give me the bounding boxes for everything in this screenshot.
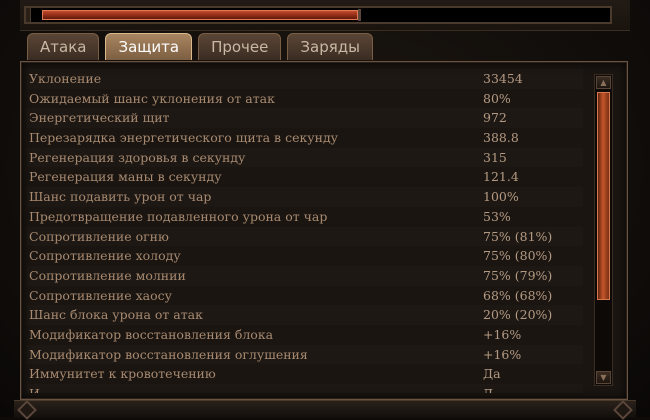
stat-value: 388.8: [483, 130, 519, 146]
bottom-frame: [14, 400, 636, 420]
stat-name: Шанс блока урона от атак: [29, 307, 203, 323]
character-stats-window: Атака Защита Прочее Заряды Уклонение 3345…: [0, 0, 650, 420]
stat-name: Перезарядка энергетического щита в секун…: [29, 130, 339, 146]
stat-row: Шанс подавить урон от чар 100%: [27, 187, 583, 207]
tab-defence[interactable]: Защита: [105, 33, 193, 60]
stat-row: Сопротивление огню 75% (81%): [27, 227, 583, 247]
stat-value: 100%: [483, 189, 519, 205]
stat-row: Иммунитет к кровотечению Да: [27, 364, 583, 384]
stat-name: Сопротивление хаосу: [29, 287, 172, 303]
stat-row: Сопротивление молнии 75% (79%): [27, 266, 583, 286]
stat-value: Да: [483, 366, 501, 382]
stat-value: 315: [483, 149, 507, 165]
stat-name: Модификатор восстановления блока: [29, 326, 274, 342]
stat-row: Модификатор восстановления оглушения +16%: [27, 345, 583, 365]
scroll-thumb[interactable]: [597, 92, 610, 300]
stat-name: Уклонение: [29, 71, 102, 86]
stat-name: Энергетический щит: [29, 110, 170, 126]
stat-name: Предотвращение подавленного урона от чар: [29, 208, 328, 224]
stat-value: 53%: [483, 208, 511, 224]
stat-name: Шанс подавить урон от чар: [29, 189, 212, 205]
stat-name: Модификатор восстановления оглушения: [29, 346, 308, 362]
stat-name: Сопротивление холоду: [29, 248, 181, 264]
stats-list[interactable]: Уклонение 33454 Ожидаемый шанс уклонения …: [27, 69, 583, 393]
stat-name: Регенерация здоровья в секунду: [29, 149, 246, 165]
stat-name: Сопротивление огню: [29, 228, 169, 244]
stat-row: Сопротивление хаосу 68% (68%): [27, 286, 583, 306]
stat-value: Д: [483, 384, 493, 393]
stat-row: Предотвращение подавленного урона от чар…: [27, 207, 583, 227]
stat-value: 68% (68%): [483, 287, 553, 303]
stat-name: И: [29, 384, 40, 393]
experience-bar-marker: [358, 9, 361, 21]
stat-name: Сопротивление молнии: [29, 267, 186, 283]
tab-misc[interactable]: Прочее: [198, 33, 282, 60]
stat-row: Уклонение 33454: [27, 69, 583, 89]
experience-bar-fill: [42, 10, 358, 20]
stats-scrollbar[interactable]: ▲ ▼: [594, 74, 613, 386]
stat-value: 75% (80%): [483, 248, 553, 264]
stat-row: Ожидаемый шанс уклонения от атак 80%: [27, 89, 583, 109]
stat-value: 121.4: [483, 169, 519, 185]
stat-value: 20% (20%): [483, 307, 553, 323]
stat-row: Модификатор восстановления блока +16%: [27, 325, 583, 345]
stat-value: +16%: [483, 346, 522, 362]
stat-row: Энергетический щит 972: [27, 108, 583, 128]
stats-panel: Уклонение 33454 Ожидаемый шанс уклонения …: [20, 61, 628, 400]
stat-value: 972: [483, 110, 507, 126]
stat-value: 33454: [483, 71, 523, 86]
scroll-up-icon[interactable]: ▲: [596, 76, 611, 89]
stat-row: Регенерация здоровья в секунду 315: [27, 148, 583, 168]
stat-name: Ожидаемый шанс уклонения от атак: [29, 90, 275, 106]
stat-row: Регенерация маны в секунду 121.4: [27, 167, 583, 187]
bar-end-cap: [26, 8, 31, 22]
stat-row: Шанс блока урона от атак 20% (20%): [27, 305, 583, 325]
stat-value: 80%: [483, 90, 511, 106]
tab-charges[interactable]: Заряды: [287, 33, 373, 60]
experience-bar: [24, 6, 612, 24]
stat-name: Регенерация маны в секунду: [29, 169, 222, 185]
scroll-down-icon[interactable]: ▼: [596, 371, 611, 384]
stat-row: ИД: [27, 384, 583, 393]
stat-value: +16%: [483, 326, 522, 342]
tab-attack[interactable]: Атака: [27, 33, 100, 60]
stat-name: Иммунитет к кровотечению: [29, 366, 216, 382]
stats-tabs: Атака Защита Прочее Заряды: [27, 33, 373, 61]
stat-value: 75% (79%): [483, 267, 553, 283]
stat-row: Перезарядка энергетического щита в секун…: [27, 128, 583, 148]
stat-value: 75% (81%): [483, 228, 553, 244]
stat-row: Сопротивление холоду 75% (80%): [27, 246, 583, 266]
